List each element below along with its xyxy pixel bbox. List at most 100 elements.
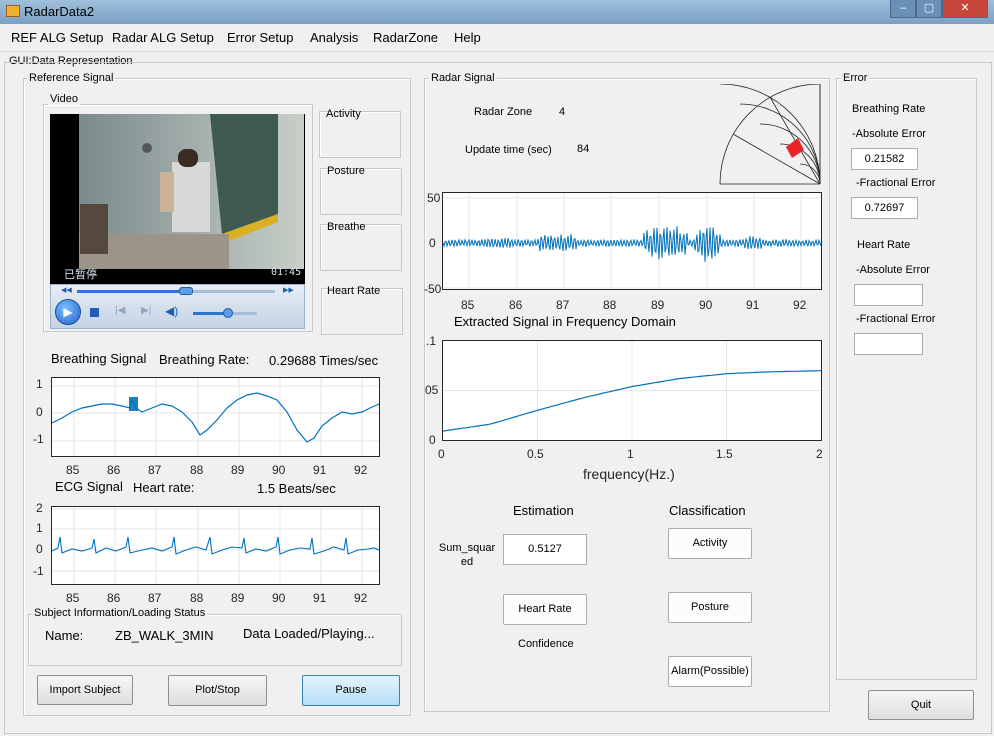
- app-icon: [6, 5, 20, 17]
- ecg-chart: [51, 506, 380, 585]
- radar-xtick: 90: [699, 298, 713, 312]
- freq-xtick: 0.5: [527, 447, 544, 461]
- breathing-xtick: 87: [148, 463, 162, 477]
- freq-ytick: 0: [429, 433, 436, 447]
- rewind-icon[interactable]: ◀◀: [61, 286, 72, 294]
- volume-icon[interactable]: ◀): [165, 304, 178, 318]
- play-icon[interactable]: ▶: [55, 299, 81, 325]
- breathing-rate-label: Breathing Rate:: [159, 352, 250, 367]
- subject-name-value: ZB_WALK_3MIN: [115, 628, 214, 643]
- video-frame[interactable]: 已暂停 01:45: [50, 114, 305, 284]
- breathing-abs-error-field[interactable]: 0.21582: [851, 148, 918, 170]
- menu-ref-alg-setup[interactable]: REF ALG Setup: [11, 30, 104, 45]
- menu-radarzone[interactable]: RadarZone: [373, 30, 438, 45]
- heart-abs-error-field[interactable]: [854, 284, 923, 306]
- menu-radar-alg-setup[interactable]: Radar ALG Setup: [112, 30, 214, 45]
- minimize-button[interactable]: –: [890, 0, 916, 18]
- pause-button[interactable]: Pause: [302, 675, 400, 706]
- radar-xtick: 86: [509, 298, 523, 312]
- breathing-xtick: 89: [231, 463, 245, 477]
- ecg-xtick: 87: [148, 591, 162, 605]
- breathing-rate-error-title: Breathing Rate: [852, 103, 926, 115]
- activity-button[interactable]: Activity: [668, 528, 752, 559]
- heart-rate-value: 1.5 Beats/sec: [257, 481, 336, 496]
- heart-rate-error-title: Heart Rate: [857, 239, 911, 251]
- ecg-xtick: 85: [66, 591, 80, 605]
- freq-xtick: 1.5: [716, 447, 733, 461]
- fast-forward-icon[interactable]: ▶▶: [283, 286, 294, 294]
- freq-ytick: .1: [426, 334, 437, 348]
- radar-ytick: -50: [424, 282, 442, 296]
- seek-track[interactable]: [77, 287, 275, 295]
- breathe-box-label: Breathe: [327, 221, 366, 233]
- ecg-xtick: 89: [231, 591, 245, 605]
- radar-zone-label: Radar Zone: [474, 106, 533, 118]
- confidence-label: Confidence: [518, 638, 574, 650]
- posture-button[interactable]: Posture: [668, 592, 752, 623]
- breathing-xtick: 88: [190, 463, 204, 477]
- seek-fill: [77, 290, 186, 293]
- ecg-xtick: 90: [272, 591, 286, 605]
- ecg-ytick: 2: [36, 501, 43, 515]
- breathing-xtick: 86: [107, 463, 121, 477]
- breathing-abs-error-label: -Absolute Error: [852, 128, 926, 140]
- menu-analysis[interactable]: Analysis: [310, 30, 358, 45]
- ecg-ytick: -1: [33, 564, 44, 578]
- radar-zone-polar-plot: [719, 84, 821, 185]
- breathing-frac-error-field[interactable]: 0.72697: [851, 197, 918, 219]
- next-icon[interactable]: ▶|: [141, 305, 151, 316]
- window-title: RadarData2: [24, 4, 95, 19]
- heart-frac-error-field[interactable]: [854, 333, 923, 355]
- breathing-ytick: 1: [36, 377, 43, 391]
- ecg-ytick: 1: [36, 521, 43, 535]
- breathing-cursor-blob: [129, 397, 138, 411]
- heart-abs-error-label: -Absolute Error: [856, 264, 930, 276]
- ecg-ytick: 0: [36, 542, 43, 556]
- radar-signal-grid: [443, 193, 821, 289]
- radar-xtick: 85: [461, 298, 475, 312]
- radar-signal-line: [443, 226, 821, 263]
- title-bar: RadarData2 – ▢ ✕: [0, 0, 994, 24]
- ecg-xtick: 91: [313, 591, 327, 605]
- plot-stop-button[interactable]: Plot/Stop: [168, 675, 267, 706]
- subject-name-label: Name:: [45, 628, 84, 643]
- volume-handle[interactable]: [223, 308, 234, 318]
- quit-button[interactable]: Quit: [868, 690, 974, 720]
- radar-xtick: 87: [556, 298, 570, 312]
- sum-squared-field[interactable]: 0.5127: [503, 534, 587, 565]
- volume-track[interactable]: [193, 308, 257, 318]
- sum-squared-label: Sum_squar ed: [438, 542, 496, 568]
- radar-signal-chart: [442, 192, 822, 290]
- alarm-button[interactable]: Alarm(Possible): [668, 656, 752, 687]
- ecg-xtick: 86: [107, 591, 121, 605]
- polar-grid: [719, 84, 821, 185]
- heart-rate-box-label: Heart Rate: [327, 285, 381, 297]
- radar-zone-value: 4: [559, 106, 566, 118]
- breathing-xtick: 92: [354, 463, 368, 477]
- breathing-xtick: 91: [313, 463, 327, 477]
- previous-icon[interactable]: |◀: [115, 305, 125, 316]
- heart-rate-button[interactable]: Heart Rate: [503, 594, 587, 625]
- close-button[interactable]: ✕: [942, 0, 988, 18]
- radar-ytick: 0: [429, 236, 436, 250]
- breathing-xtick: 85: [66, 463, 80, 477]
- seek-handle[interactable]: [178, 287, 193, 295]
- import-subject-button[interactable]: Import Subject: [37, 675, 133, 705]
- video-title: Video: [48, 93, 80, 105]
- client-area: GUI:Data Representation Reference Signal…: [0, 52, 994, 736]
- breathing-line: [52, 392, 379, 443]
- freq-xtick: 2: [816, 447, 823, 461]
- breathing-ytick: -1: [33, 432, 44, 446]
- update-time-label: Update time (sec): [465, 144, 552, 156]
- ecg-plot: [52, 507, 379, 584]
- activity-box-label: Activity: [326, 108, 361, 120]
- frequency-chart: [442, 340, 822, 441]
- frequency-xlabel: frequency(Hz.): [583, 466, 675, 482]
- heart-rate-label: Heart rate:: [133, 480, 195, 495]
- menu-error-setup[interactable]: Error Setup: [227, 30, 293, 45]
- stop-icon[interactable]: [90, 308, 99, 317]
- frequency-chart-title: Extracted Signal in Frequency Domain: [454, 314, 676, 329]
- menu-help[interactable]: Help: [454, 30, 481, 45]
- maximize-button[interactable]: ▢: [916, 0, 942, 18]
- update-time-value: 84: [577, 143, 590, 155]
